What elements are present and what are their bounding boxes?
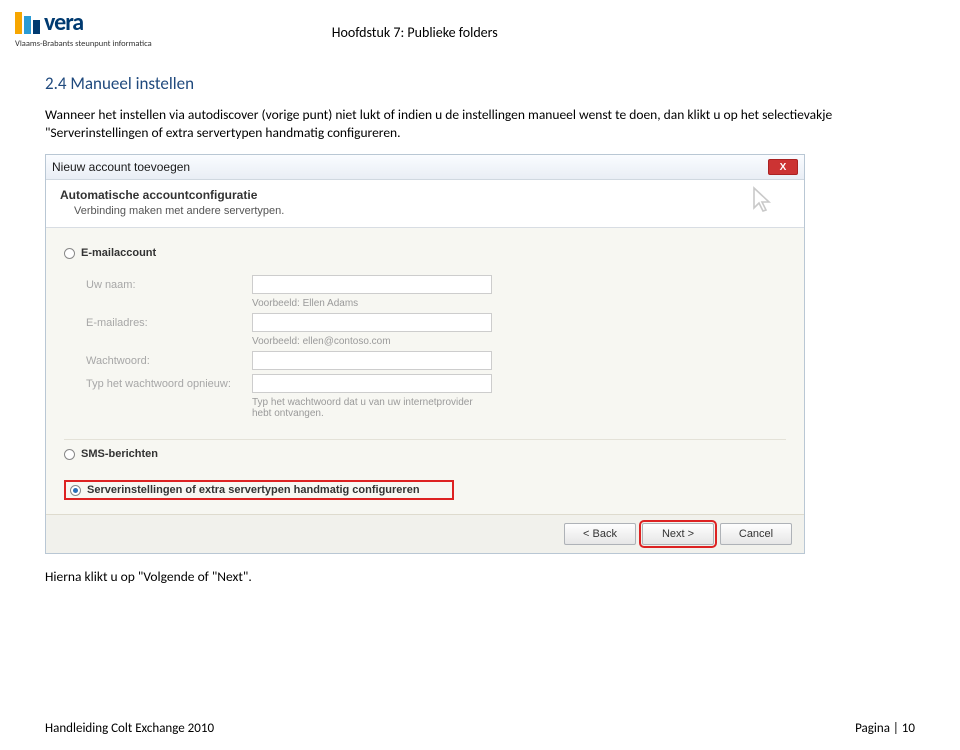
dialog-title: Nieuw account toevoegen [52, 160, 190, 174]
dialog-titlebar: Nieuw account toevoegen X [46, 155, 804, 180]
dialog-subheader: Automatische accountconfiguratie Verbind… [46, 180, 804, 228]
closing-paragraph: Hierna klikt u op "Volgende of "Next". [45, 568, 915, 586]
section-title: 2.4 Manueel instellen [45, 73, 915, 94]
footer-right: Pagina | 10 [855, 721, 915, 736]
email-label: E-mailadres: [86, 317, 236, 329]
radio-icon [64, 248, 75, 259]
logo-text: vera [44, 8, 83, 37]
cursor-arrow-icon [750, 186, 778, 214]
brand-logo: vera Vlaams-Brabants steunpunt informati… [15, 8, 152, 49]
option-server-label: Serverinstellingen of extra servertypen … [87, 484, 420, 496]
email-hint: Voorbeeld: ellen@contoso.com [252, 336, 492, 347]
password-input[interactable] [252, 351, 492, 370]
option-email-label: E-mailaccount [81, 247, 156, 259]
password-label: Wachtwoord: [86, 355, 236, 367]
logo-bars-icon [15, 12, 40, 34]
next-button[interactable]: Next > [642, 523, 714, 545]
option-email-account[interactable]: E-mailaccount [64, 247, 786, 259]
logo-subtitle: Vlaams-Brabants steunpunt informatica [15, 39, 152, 49]
section-paragraph: Wanneer het instellen via autodiscover (… [45, 106, 915, 142]
email-input[interactable] [252, 313, 492, 332]
add-account-dialog: Nieuw account toevoegen X Automatische a… [45, 154, 805, 554]
option-server-settings[interactable]: Serverinstellingen of extra servertypen … [64, 480, 454, 500]
name-hint: Voorbeeld: Ellen Adams [252, 298, 492, 309]
back-button[interactable]: < Back [564, 523, 636, 545]
name-input[interactable] [252, 275, 492, 294]
cancel-button[interactable]: Cancel [720, 523, 792, 545]
name-label: Uw naam: [86, 279, 236, 291]
dialog-footer: < Back Next > Cancel [46, 514, 804, 553]
radio-icon-selected [70, 485, 81, 496]
subheader-title: Automatische accountconfiguratie [60, 188, 792, 202]
close-icon: X [780, 162, 787, 173]
option-sms[interactable]: SMS-berichten [64, 448, 786, 460]
password-hint: Typ het wachtwoord dat u van uw internet… [252, 397, 492, 419]
subheader-desc: Verbinding maken met andere servertypen. [60, 205, 792, 217]
password-repeat-label: Typ het wachtwoord opnieuw: [86, 378, 236, 390]
chapter-title: Hoofdstuk 7: Publieke folders [332, 24, 498, 41]
footer-left: Handleiding Colt Exchange 2010 [45, 721, 214, 736]
divider [64, 439, 786, 440]
option-sms-label: SMS-berichten [81, 448, 158, 460]
radio-icon [64, 449, 75, 460]
password-repeat-input[interactable] [252, 374, 492, 393]
close-button[interactable]: X [768, 159, 798, 175]
